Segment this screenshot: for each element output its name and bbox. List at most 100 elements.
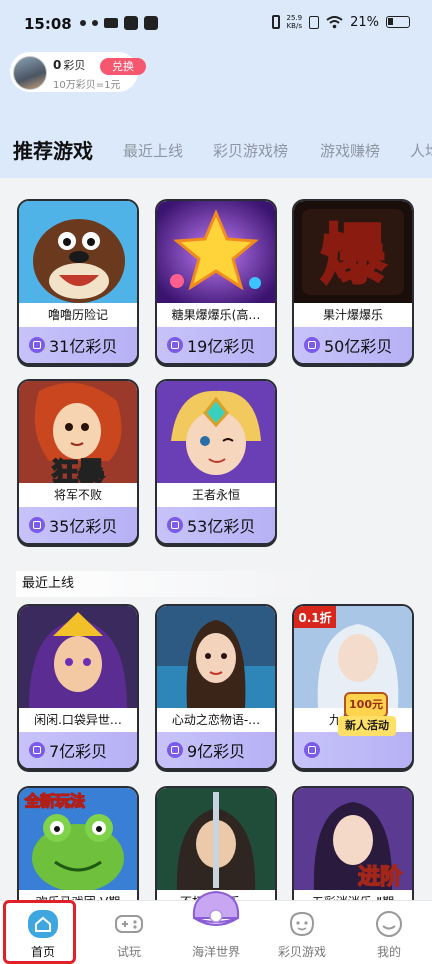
- reward-text: 50亿彩贝: [324, 337, 393, 356]
- game-reward: 53亿彩贝: [157, 507, 275, 543]
- game-thumbnail: [157, 201, 275, 303]
- game-reward: 35亿彩贝: [19, 507, 137, 543]
- shell-coin-icon: [167, 517, 183, 533]
- game-reward: 9亿彩贝: [157, 732, 275, 768]
- reward-text: 9亿彩贝: [187, 742, 246, 761]
- play-icon: [144, 16, 158, 30]
- game-thumbnail: 狂暴: [19, 381, 137, 483]
- tab-recommended[interactable]: 推荐游戏: [13, 136, 93, 166]
- nav-label-shell-games: 彩贝游戏: [277, 945, 326, 959]
- game-thumbnail: 进阶: [294, 788, 412, 890]
- shell-coin-icon: [29, 517, 45, 533]
- game-thumbnail: [19, 201, 137, 303]
- game-card[interactable]: 心动之恋物语-… 9亿彩贝: [155, 604, 277, 770]
- exchange-rate-text: 10万彩贝=1元: [53, 80, 121, 91]
- game-card[interactable]: 糖果爆爆乐(高… 19亿彩贝: [155, 199, 277, 365]
- net-speed: 25.9 KB/s: [287, 14, 303, 30]
- status-bar: 15:08 25.9 KB/s 21%: [0, 0, 432, 48]
- reward-text: 53亿彩贝: [187, 517, 256, 536]
- status-time: 15:08: [24, 15, 72, 33]
- new-gameplay-badge: 全新玩法: [24, 792, 85, 810]
- nav-label-profile: 我的: [376, 945, 401, 959]
- game-card[interactable]: 全新玩法 欢乐马戏团-V期: [17, 786, 139, 900]
- pearl-shell-icon[interactable]: [188, 888, 244, 932]
- status-right: 25.9 KB/s 21%: [271, 14, 410, 30]
- wifi-icon: [326, 15, 343, 28]
- notification-dot-icon: [92, 20, 98, 26]
- game-reward: 50亿彩贝: [294, 327, 412, 363]
- shell-coin-icon: [167, 742, 183, 758]
- shell-coin-icon: [304, 337, 320, 353]
- game-name: 噜噜历险记: [19, 303, 137, 327]
- game-card[interactable]: 不朽…爱乐…: [155, 786, 277, 900]
- battery-icon: [386, 16, 410, 28]
- reward-text: 7亿彩贝: [49, 742, 108, 761]
- avatar[interactable]: [13, 56, 47, 90]
- reward-text: 31亿彩贝: [49, 337, 118, 356]
- game-thumbnail: [157, 788, 275, 890]
- new-user-promo-badge[interactable]: 100元 新人活动: [338, 692, 396, 736]
- sim-off-icon: [309, 15, 320, 29]
- coins-balance: 0 彩贝: [53, 57, 85, 73]
- profile-icon: [376, 911, 402, 937]
- game-name: 闲闲.口袋异世…: [19, 708, 137, 732]
- shell-game-icon: [289, 911, 315, 937]
- category-tabs: 推荐游戏 最近上线 彩贝游戏榜 游戏赚榜 人均: [0, 136, 432, 168]
- promo-label: 新人活动: [338, 716, 396, 736]
- game-name: 欢乐马戏团-V期: [19, 890, 137, 900]
- coins-unit: 彩贝: [63, 59, 86, 72]
- game-name: 将军不败: [19, 483, 137, 507]
- game-reward: 19亿彩贝: [157, 327, 275, 363]
- game-thumbnail: 爆: [294, 201, 412, 303]
- game-card[interactable]: 进阶 五彩消消乐-Ⅱ期: [292, 786, 414, 900]
- notification-dot-icon: [80, 20, 86, 26]
- game-name: 王者永恒: [157, 483, 275, 507]
- game-card[interactable]: 0.1折 九州异… 100元 新人活动: [292, 604, 414, 770]
- game-name: 心动之恋物语-…: [157, 708, 275, 732]
- game-reward: 31亿彩贝: [19, 327, 137, 363]
- game-thumbnail: 全新玩法: [19, 788, 137, 890]
- game-thumbnail: [19, 606, 137, 708]
- game-card[interactable]: 狂暴 将军不败 35亿彩贝: [17, 379, 139, 545]
- user-wallet-pill[interactable]: 0 彩贝 兑换 10万彩贝=1元: [10, 52, 146, 92]
- game-card[interactable]: 噜噜历险记 31亿彩贝: [17, 199, 139, 365]
- crown-icon: [104, 18, 118, 28]
- section-title-recent: 最近上线: [16, 571, 316, 597]
- shell-coin-icon: [304, 742, 320, 758]
- gamepad-icon: [115, 915, 143, 933]
- nav-profile[interactable]: 我的: [346, 901, 432, 964]
- tab-recent[interactable]: 最近上线: [123, 136, 183, 166]
- reward-text: 19亿彩贝: [187, 337, 256, 356]
- game-list: 噜噜历险记 31亿彩贝 糖果爆爆乐(高… 19亿彩贝 爆 果汁爆爆乐 50亿彩贝…: [0, 178, 432, 900]
- game-reward: [294, 732, 412, 768]
- nav-label-ocean-world: 海洋世界: [191, 945, 240, 959]
- battery-text: 21%: [350, 14, 379, 30]
- advanced-badge: 进阶: [358, 864, 403, 890]
- tab-game-earn-rank[interactable]: 游戏赚榜: [320, 136, 380, 166]
- game-thumbnail: [157, 606, 275, 708]
- shell-coin-icon: [167, 337, 183, 353]
- tab-shell-game-rank[interactable]: 彩贝游戏榜: [213, 136, 288, 166]
- game-card[interactable]: 爆 果汁爆爆乐 50亿彩贝: [292, 199, 414, 365]
- net-speed-value: 25.9: [286, 14, 303, 22]
- shell-coin-icon: [29, 742, 45, 758]
- shell-coin-icon: [29, 337, 45, 353]
- promo-amount: 100元: [344, 692, 388, 718]
- reward-text: 35亿彩贝: [49, 517, 118, 536]
- exchange-button[interactable]: 兑换: [100, 58, 146, 75]
- game-name: 糖果爆爆乐(高…: [157, 303, 275, 327]
- game-title-art: 爆: [321, 219, 386, 293]
- vibrate-icon: [271, 15, 280, 29]
- game-reward: 7亿彩贝: [19, 732, 137, 768]
- net-speed-unit: KB/s: [286, 22, 302, 30]
- game-card[interactable]: 闲闲.口袋异世… 7亿彩贝: [17, 604, 139, 770]
- tab-per-capita[interactable]: 人均: [410, 136, 432, 166]
- game-name: 五彩消消乐-Ⅱ期: [294, 890, 412, 900]
- game-thumbnail: [157, 381, 275, 483]
- game-name: 果汁爆爆乐: [294, 303, 412, 327]
- nav-trial[interactable]: 试玩: [86, 901, 172, 964]
- game-card[interactable]: 王者永恒 53亿彩贝: [155, 379, 277, 545]
- active-tab-highlight: [3, 900, 76, 964]
- nav-shell-games[interactable]: 彩贝游戏: [259, 901, 345, 964]
- discount-badge: 0.1折: [298, 610, 331, 625]
